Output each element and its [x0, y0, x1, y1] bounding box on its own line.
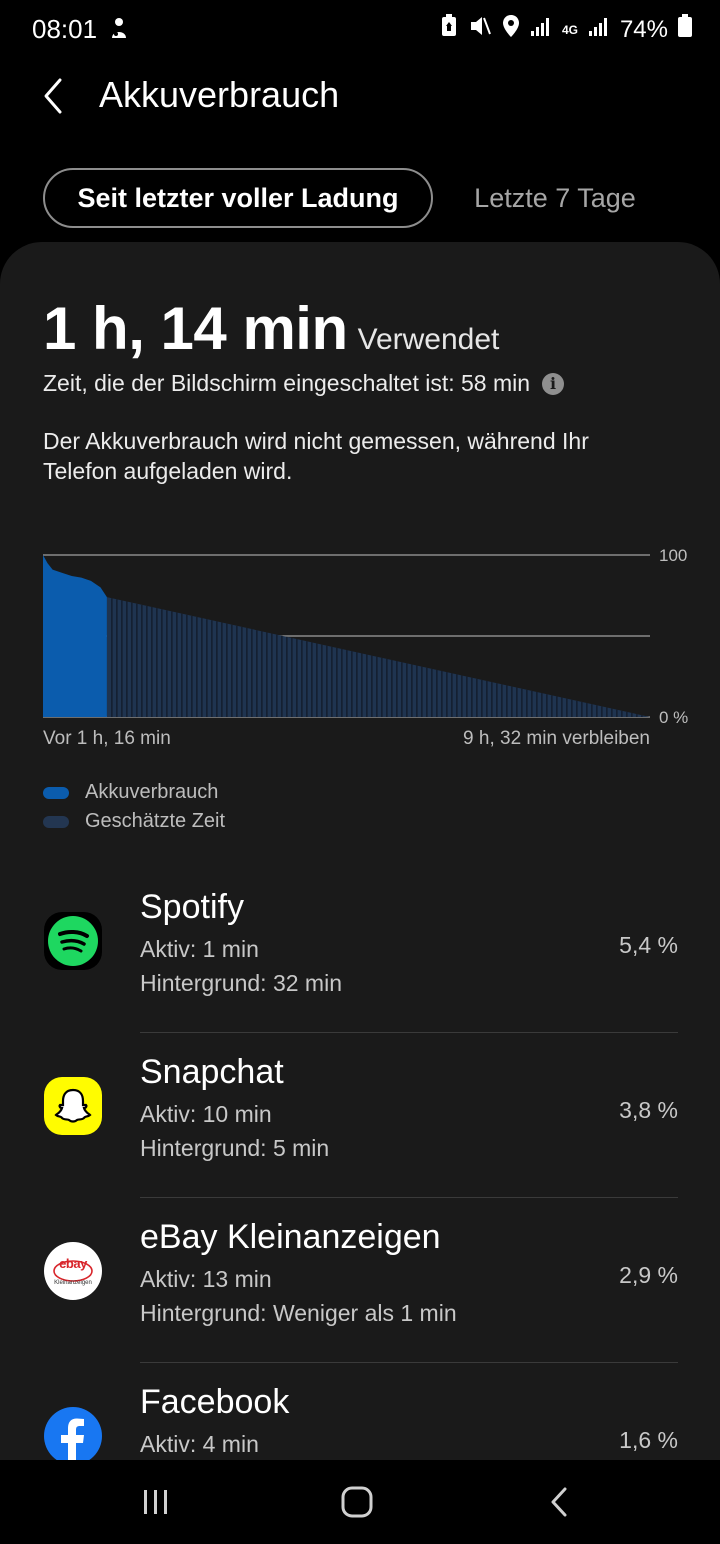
usage-time: 1 h, 14 min — [43, 295, 348, 362]
location-icon — [502, 14, 520, 45]
legend-swatch-usage — [43, 786, 69, 799]
info-icon[interactable]: i — [542, 372, 565, 395]
app-active-time: Aktiv: 4 min — [140, 1431, 259, 1457]
recent-apps-button[interactable] — [126, 1480, 186, 1524]
series-estimate-area — [106, 597, 651, 717]
nav-back-button[interactable] — [530, 1480, 590, 1524]
list-item-snapchat[interactable]: Snapchat Aktiv: 10 min Hintergrund: 5 mi… — [0, 1033, 720, 1198]
screen-on-time: Zeit, die der Bildschirm eingeschaltet i… — [43, 370, 565, 397]
network-type-label: 4G — [561, 22, 578, 37]
charging-notice: Der Akkuverbrauch wird nicht gemessen, w… — [43, 428, 589, 484]
app-bar: Akkuverbrauch — [0, 60, 720, 132]
kleinanzeigen-logo-text: Kleinanzeigen — [54, 1280, 92, 1286]
app-active-time: Aktiv: 1 min — [140, 936, 259, 962]
page-title: Akkuverbrauch — [99, 74, 340, 115]
home-icon — [341, 1486, 373, 1518]
list-item-spotify[interactable]: Spotify Aktiv: 1 min Hintergrund: 32 min… — [0, 868, 720, 1033]
app-name: Facebook — [140, 1383, 290, 1421]
status-time: 08:01 — [32, 14, 98, 44]
snapchat-icon — [44, 1077, 102, 1135]
tab-last-7-days[interactable]: Letzte 7 Tage — [450, 168, 660, 228]
signal-icon — [530, 15, 552, 44]
status-bar: 08:01 4G 74% — [0, 0, 720, 60]
chart-legend: Akkuverbrauch Geschätzte Zeit — [43, 778, 225, 836]
battery-icon — [678, 14, 692, 45]
app-name: eBay Kleinanzeigen — [140, 1218, 441, 1256]
series-usage-area — [43, 555, 107, 717]
usage-label: Verwendet — [357, 323, 500, 356]
tab-since-last-full-charge[interactable]: Seit letzter voller Ladung — [43, 168, 433, 228]
legend-item-usage: Akkuverbrauch — [43, 778, 225, 807]
signal-icon-2 — [588, 15, 610, 44]
app-percent: 3,8 % — [619, 1097, 678, 1123]
notification-icon — [108, 16, 130, 45]
battery-chart: 100 0 % — [43, 546, 688, 727]
usage-summary: 1 h, 14 min Verwendet — [43, 294, 499, 363]
battery-usage-card: 1 h, 14 min Verwendet Zeit, die der Bild… — [0, 242, 720, 1460]
app-name: Spotify — [140, 888, 244, 926]
app-percent: 5,4 % — [619, 932, 678, 958]
app-percent: 1,6 % — [619, 1427, 678, 1453]
chevron-left-icon — [44, 78, 62, 114]
recent-apps-icon — [144, 1490, 167, 1514]
battery-saver-icon — [440, 14, 458, 45]
ebay-kleinanzeigen-icon: ebay Kleinanzeigen — [44, 1242, 102, 1300]
list-item-ebay-kleinanzeigen[interactable]: ebay Kleinanzeigen eBay Kleinanzeigen Ak… — [0, 1198, 720, 1363]
app-name: Snapchat — [140, 1053, 284, 1091]
ebay-logo-text: ebay — [59, 1256, 87, 1271]
app-background-time: Hintergrund: 5 min — [140, 1135, 330, 1161]
app-active-time: Aktiv: 10 min — [140, 1101, 272, 1127]
facebook-icon — [44, 1407, 102, 1460]
app-usage-list: Spotify Aktiv: 1 min Hintergrund: 32 min… — [0, 868, 720, 1460]
list-item-facebook[interactable]: Facebook Aktiv: 4 min 1,6 % — [0, 1363, 720, 1460]
back-icon — [551, 1487, 567, 1517]
chart-x-start-label: Vor 1 h, 16 min — [43, 728, 171, 749]
app-background-time: Hintergrund: 32 min — [140, 970, 342, 996]
battery-percent: 74% — [619, 15, 668, 43]
legend-label-usage: Akkuverbrauch — [85, 781, 219, 803]
screen-on-time-text: Zeit, die der Bildschirm eingeschaltet i… — [43, 370, 531, 396]
y-tick-label-0: 0 % — [659, 708, 688, 727]
chart-x-end-label: 9 h, 32 min verbleiben — [463, 728, 650, 749]
app-active-time: Aktiv: 13 min — [140, 1266, 272, 1292]
app-background-time: Hintergrund: Weniger als 1 min — [140, 1300, 457, 1326]
legend-label-estimate: Geschätzte Zeit — [85, 810, 226, 832]
navigation-bar — [0, 1460, 720, 1544]
mute-icon — [468, 14, 492, 45]
home-button[interactable] — [327, 1480, 387, 1524]
back-button[interactable] — [36, 72, 76, 120]
legend-item-estimate: Geschätzte Zeit — [43, 807, 225, 836]
y-tick-label-100: 100 — [659, 546, 687, 565]
spotify-icon — [44, 912, 102, 970]
legend-swatch-estimate — [43, 815, 69, 828]
app-percent: 2,9 % — [619, 1262, 678, 1288]
